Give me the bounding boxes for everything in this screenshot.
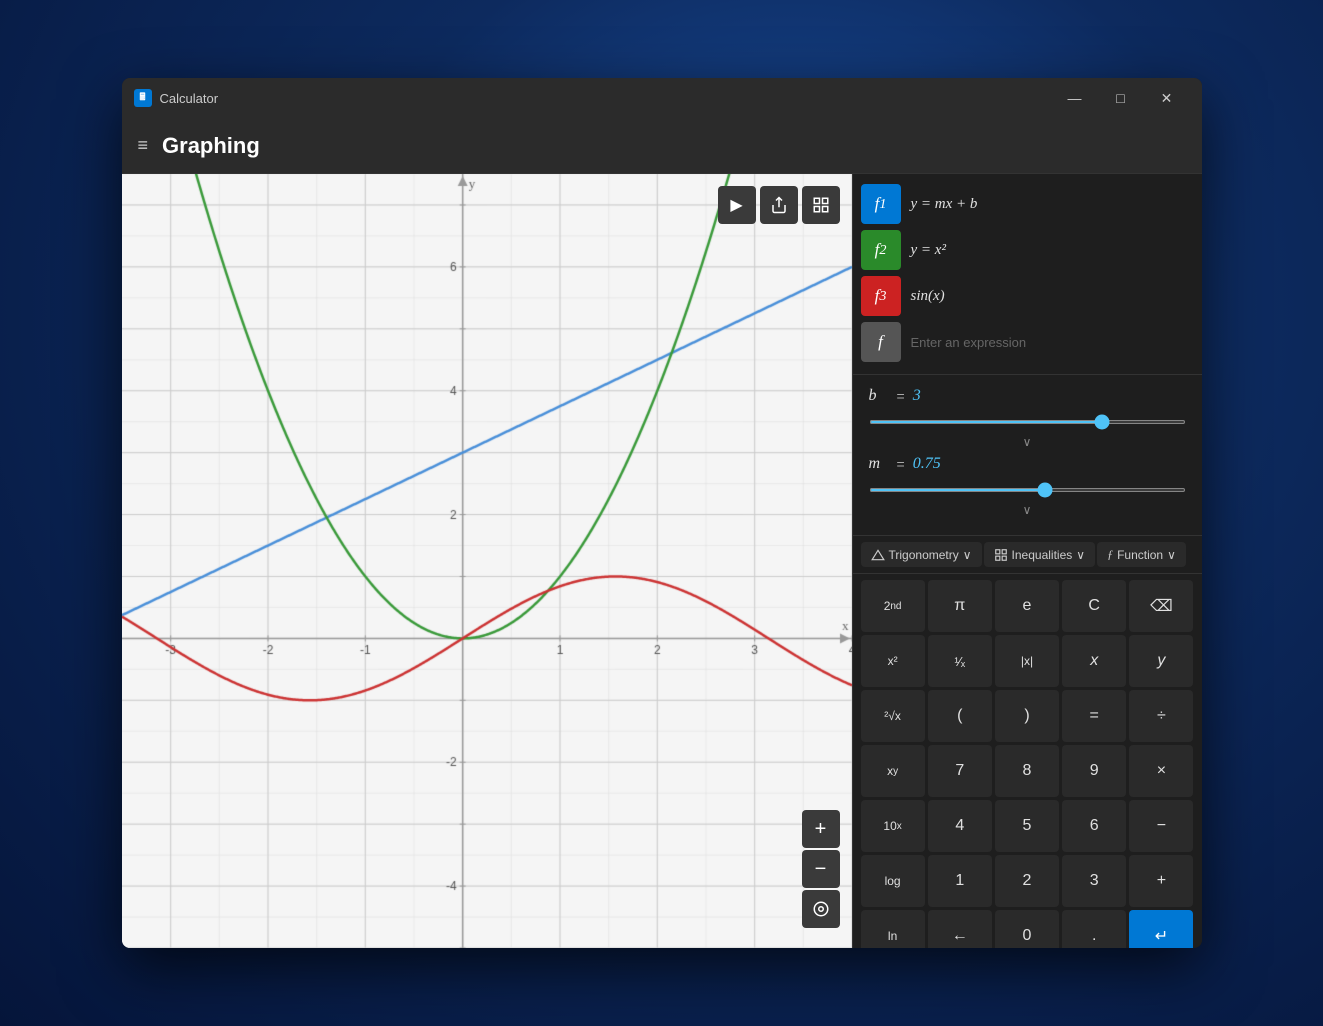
keypad-section: Trigonometry ∨ Inequalities ∨ ƒ Function… [853, 536, 1202, 948]
key-4[interactable]: 4 [928, 800, 992, 852]
key-2nd[interactable]: 2nd [861, 580, 925, 632]
key-ln[interactable]: ln [861, 910, 925, 948]
key-abs[interactable]: |x| [995, 635, 1059, 687]
key-2[interactable]: 2 [995, 855, 1059, 907]
key-rparen[interactable]: ) [995, 690, 1059, 742]
function-list: f1 y = mx + b f2 y = x² f3 sin(x) f Ente… [853, 174, 1202, 375]
var-b-label: b [869, 387, 889, 405]
close-button[interactable]: ✕ [1144, 82, 1190, 114]
key-add[interactable]: + [1129, 855, 1193, 907]
slider-b-container [869, 411, 1186, 429]
keypad-grid: 2nd π e C ⌫ x² ¹⁄ₓ |x| x y ²√x ( ) = ÷ x… [853, 574, 1202, 948]
inequalities-chevron: ∨ [1076, 548, 1085, 562]
trigonometry-button[interactable]: Trigonometry ∨ [861, 542, 982, 567]
key-dot[interactable]: . [1062, 910, 1126, 948]
key-log[interactable]: log [861, 855, 925, 907]
titlebar: 🖩 Calculator — □ ✕ [122, 78, 1202, 118]
zoom-out-button[interactable]: − [802, 850, 840, 888]
var-m-label: m [869, 455, 889, 473]
variable-m-row: m = 0.75 [869, 455, 1186, 473]
key-subtract[interactable]: − [1129, 800, 1193, 852]
key-5[interactable]: 5 [995, 800, 1059, 852]
function-item-4[interactable]: f Enter an expression [861, 320, 1194, 364]
function-item-2[interactable]: f2 y = x² [861, 228, 1194, 272]
trigonometry-label: Trigonometry [889, 548, 959, 562]
key-6[interactable]: 6 [1062, 800, 1126, 852]
graph-area: ▶ + − [122, 174, 852, 948]
window-controls: — □ ✕ [1052, 82, 1190, 114]
share-button[interactable] [760, 186, 798, 224]
app-title: Calculator [160, 91, 1052, 106]
key-8[interactable]: 8 [995, 745, 1059, 797]
inequalities-label: Inequalities [1012, 548, 1073, 562]
var-b-value: 3 [913, 387, 953, 405]
key-10x[interactable]: 10x [861, 800, 925, 852]
trigonometry-chevron: ∨ [963, 548, 972, 562]
variable-b-row: b = 3 [869, 387, 1186, 405]
graph-canvas[interactable] [122, 174, 852, 948]
key-pi[interactable]: π [928, 580, 992, 632]
minimize-button[interactable]: — [1052, 82, 1098, 114]
function-expr-4: Enter an expression [911, 335, 1027, 350]
maximize-button[interactable]: □ [1098, 82, 1144, 114]
keypad-toolbar: Trigonometry ∨ Inequalities ∨ ƒ Function… [853, 536, 1202, 574]
collapse-m-button[interactable]: ∨ [869, 501, 1186, 523]
zoom-in-button[interactable]: + [802, 810, 840, 848]
key-e[interactable]: e [995, 580, 1059, 632]
header: ≡ Graphing [122, 118, 1202, 174]
key-left[interactable]: ← [928, 910, 992, 948]
var-m-value: 0.75 [913, 455, 953, 473]
app-icon: 🖩 [134, 89, 152, 107]
key-enter[interactable]: ↵ [1129, 910, 1193, 948]
variable-section: b = 3 ∨ m = 0.75 ∨ [853, 375, 1202, 536]
key-3[interactable]: 3 [1062, 855, 1126, 907]
var-m-eq: = [897, 456, 905, 472]
slider-b[interactable] [869, 420, 1186, 424]
zoom-controls: + − [802, 810, 840, 928]
key-1[interactable]: 1 [928, 855, 992, 907]
key-reciprocal[interactable]: ¹⁄ₓ [928, 635, 992, 687]
right-panel: f1 y = mx + b f2 y = x² f3 sin(x) f Ente… [852, 174, 1202, 948]
inequalities-button[interactable]: Inequalities ∨ [984, 542, 1096, 567]
key-9[interactable]: 9 [1062, 745, 1126, 797]
function-badge-1: f1 [861, 184, 901, 224]
function-badge-4: f [861, 322, 901, 362]
function-item-1[interactable]: f1 y = mx + b [861, 182, 1194, 226]
cursor-tool-button[interactable]: ▶ [718, 186, 756, 224]
key-equals[interactable]: = [1062, 690, 1126, 742]
key-y[interactable]: y [1129, 635, 1193, 687]
function-expr-2: y = x² [911, 242, 946, 259]
key-multiply[interactable]: × [1129, 745, 1193, 797]
key-lparen[interactable]: ( [928, 690, 992, 742]
slider-m[interactable] [869, 488, 1186, 492]
key-divide[interactable]: ÷ [1129, 690, 1193, 742]
key-clear[interactable]: C [1062, 580, 1126, 632]
zoom-fit-button[interactable] [802, 890, 840, 928]
graph-toolbar: ▶ [718, 186, 840, 224]
collapse-b-button[interactable]: ∨ [869, 433, 1186, 455]
function-label: Function [1117, 548, 1163, 562]
function-badge-3: f3 [861, 276, 901, 316]
key-0[interactable]: 0 [995, 910, 1059, 948]
key-7[interactable]: 7 [928, 745, 992, 797]
function-button[interactable]: ƒ Function ∨ [1097, 542, 1186, 567]
grid-settings-button[interactable] [802, 186, 840, 224]
main-content: ▶ + − [122, 174, 1202, 948]
calculator-window: 🖩 Calculator — □ ✕ ≡ Graphing ▶ [122, 78, 1202, 948]
function-chevron: ∨ [1167, 548, 1176, 562]
key-cbrt[interactable]: ²√x [861, 690, 925, 742]
key-x-squared[interactable]: x² [861, 635, 925, 687]
key-x[interactable]: x [1062, 635, 1126, 687]
page-title: Graphing [162, 133, 260, 159]
key-backspace[interactable]: ⌫ [1129, 580, 1193, 632]
var-b-eq: = [897, 388, 905, 404]
function-expr-1: y = mx + b [911, 196, 978, 213]
function-badge-2: f2 [861, 230, 901, 270]
function-item-3[interactable]: f3 sin(x) [861, 274, 1194, 318]
menu-icon[interactable]: ≡ [138, 135, 149, 156]
key-x-power-y[interactable]: xy [861, 745, 925, 797]
function-expr-3: sin(x) [911, 288, 945, 305]
slider-m-container [869, 479, 1186, 497]
